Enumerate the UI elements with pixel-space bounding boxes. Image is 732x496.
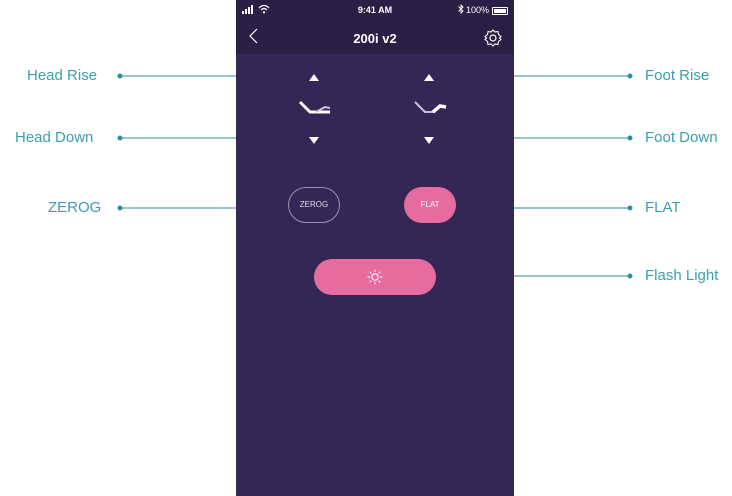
head-down-dot <box>117 135 123 141</box>
foot-rise-arrow-icon[interactable] <box>424 74 434 81</box>
label-head-down: Head Down <box>15 129 94 146</box>
foot-bed-icon <box>414 101 447 114</box>
label-head-rise: Head Rise <box>27 67 98 84</box>
light-bulb-icon <box>367 269 383 285</box>
battery-percent: 100% <box>466 5 490 15</box>
flash-light-dot <box>627 273 633 279</box>
head-down-arrow-icon[interactable] <box>309 137 319 144</box>
zerog-dot <box>117 205 123 211</box>
label-flat: FLAT <box>645 199 681 216</box>
foot-down-dot <box>627 135 633 141</box>
label-zerog: ZEROG <box>48 199 102 216</box>
head-rise-arrow-icon[interactable] <box>309 74 319 81</box>
head-bed-icon <box>298 100 331 114</box>
foot-rise-dot <box>627 73 633 79</box>
label-foot-rise: Foot Rise <box>645 67 710 84</box>
battery-icon <box>492 7 508 15</box>
status-bar: 9:41 AM 100% <box>236 0 514 22</box>
nav-bar: 200i v2 <box>236 22 514 54</box>
zerog-button[interactable]: ZEROG <box>288 187 340 223</box>
page-title: 200i v2 <box>353 31 397 46</box>
head-rise-dot <box>117 73 123 79</box>
foot-down-arrow-icon[interactable] <box>424 137 434 144</box>
flat-dot <box>627 205 633 211</box>
gear-icon[interactable] <box>483 28 503 48</box>
label-foot-down: Foot Down <box>645 129 718 146</box>
flat-button[interactable]: FLAT <box>404 187 456 223</box>
phone-screen: 9:41 AM 100% 200i v2 ZEROG FLAT <box>236 0 514 496</box>
label-flash-light: Flash Light <box>645 267 719 284</box>
flash-light-button[interactable] <box>314 259 436 295</box>
bluetooth-icon <box>458 4 464 14</box>
